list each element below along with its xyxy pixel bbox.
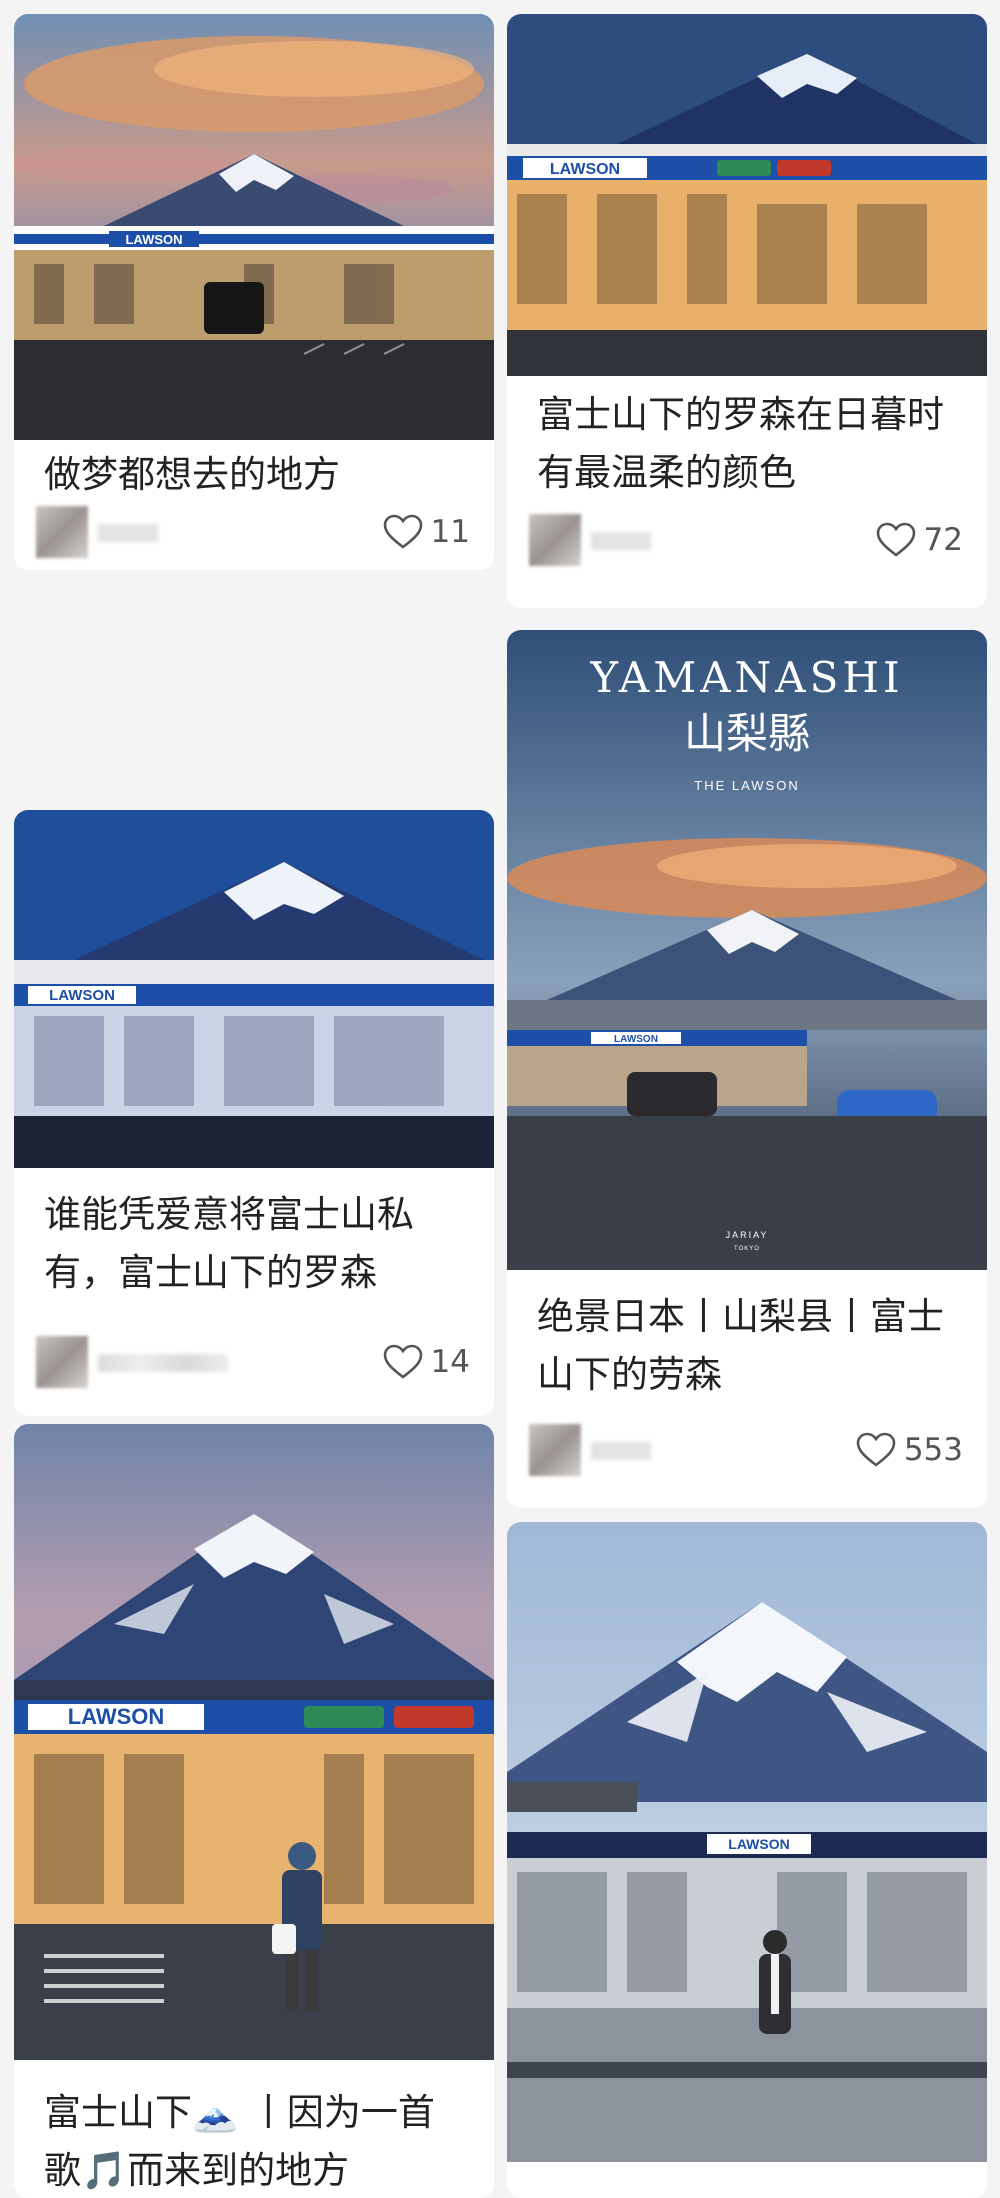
heart-icon [383, 514, 422, 549]
svg-text:LAWSON: LAWSON [614, 1034, 658, 1045]
svg-text:LAWSON: LAWSON [125, 232, 182, 247]
avatar[interactable] [529, 514, 581, 566]
author-name[interactable] [98, 1354, 228, 1372]
card-title[interactable]: 做梦都想去的地方 [44, 446, 470, 504]
author-row: 11 [36, 506, 470, 558]
like-count: 553 [903, 1432, 963, 1468]
fuji-lawson-woman-photo[interactable]: LAWSON [14, 1424, 494, 2060]
feed-card-footer[interactable]: 富士山下的罗森在日暮时有最温柔的颜色 72 [507, 376, 987, 608]
like-count: 72 [923, 522, 963, 558]
author-row: 553 [529, 1424, 963, 1476]
feed: LAWSON 做梦都想去的地方 11 LAWSON LAWSON 谁能凭爱意将富… [0, 0, 1000, 2198]
card-title[interactable]: 富士山下🗻 丨因为一首歌🎵而来到的地方 [44, 2084, 470, 2198]
svg-text:LAWSON: LAWSON [550, 161, 620, 178]
yamanashi-poster-photo[interactable]: YAMANASHI 山梨縣 THE LAWSON LAWSON JARIAY T… [507, 630, 987, 1270]
feed-card[interactable]: LAWSON 谁能凭爱意将富士山私有，富士山下的罗森 14 [14, 810, 494, 1416]
svg-text:JARIAY: JARIAY [726, 1230, 769, 1240]
svg-text:THE LAWSON: THE LAWSON [694, 778, 799, 793]
fuji-lawson-blue-hour-photo[interactable]: LAWSON [14, 810, 494, 1168]
svg-text:LAWSON: LAWSON [68, 1704, 165, 1729]
card-title[interactable]: 谁能凭爱意将富士山私有，富士山下的罗森 [44, 1186, 470, 1302]
fuji-lawson-daytime-photo[interactable]: LAWSON [507, 1522, 987, 2162]
author-row: 72 [529, 514, 963, 566]
svg-text:YAMANASHI: YAMANASHI [589, 653, 903, 702]
svg-text:山梨縣: 山梨縣 [684, 709, 810, 758]
svg-text:LAWSON: LAWSON [728, 1836, 789, 1852]
svg-text:TOKYO: TOKYO [734, 1246, 760, 1252]
feed-card[interactable]: LAWSON 富士山下的罗森在日暮时有最温柔的颜色 [507, 14, 987, 435]
heart-icon [383, 1344, 422, 1379]
feed-card[interactable]: LAWSON 做梦都想去的地方 11 [14, 14, 494, 570]
like-button[interactable]: 14 [383, 1342, 470, 1382]
heart-icon [876, 522, 915, 557]
like-button[interactable]: 553 [856, 1430, 963, 1470]
author-name[interactable] [98, 524, 158, 542]
feed-card[interactable]: LAWSON [507, 1522, 987, 2198]
fuji-lawson-evening-photo[interactable]: LAWSON [507, 14, 987, 376]
heart-icon [856, 1432, 896, 1467]
card-title[interactable]: 绝景日本丨山梨县丨富士山下的劳森 [537, 1288, 963, 1404]
like-button[interactable]: 72 [876, 520, 963, 560]
svg-text:LAWSON: LAWSON [49, 987, 115, 1004]
author-row: 14 [36, 1336, 470, 1388]
avatar[interactable] [36, 1336, 88, 1388]
feed-card[interactable]: YAMANASHI 山梨縣 THE LAWSON LAWSON JARIAY T… [507, 630, 987, 1508]
like-count: 14 [430, 1344, 470, 1380]
like-button[interactable]: 11 [383, 512, 470, 552]
like-count: 11 [430, 514, 470, 550]
author-name[interactable] [591, 1442, 651, 1460]
fuji-lawson-dusk-photo[interactable]: LAWSON [14, 14, 494, 440]
author-name[interactable] [591, 532, 651, 550]
card-title[interactable]: 富士山下的罗森在日暮时有最温柔的颜色 [537, 386, 963, 502]
avatar[interactable] [36, 506, 88, 558]
avatar[interactable] [529, 1424, 581, 1476]
feed-card[interactable]: LAWSON 富士山下🗻 丨因为一首歌🎵而来到的地方 [14, 1424, 494, 2198]
